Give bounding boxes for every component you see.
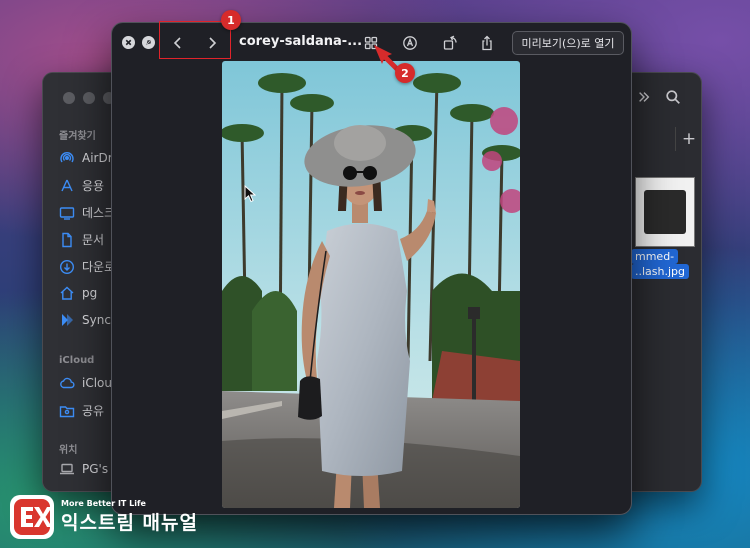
- fullscreen-button[interactable]: [142, 36, 155, 49]
- sidebar-item-home[interactable]: pg: [59, 285, 97, 301]
- share-icon: [482, 35, 492, 51]
- sidebar-item-label: 문서: [82, 233, 105, 247]
- sidebar-item-documents[interactable]: 문서: [59, 231, 104, 248]
- open-with-preview-button[interactable]: 미리보기(으)로 열기: [512, 31, 624, 55]
- sidebar-item-desktop[interactable]: 데스크: [59, 204, 115, 221]
- close-window-button[interactable]: [63, 92, 75, 104]
- sidebar-item-icloud-drive[interactable]: iClou: [59, 375, 112, 391]
- file-name-line2[interactable]: ..lash.jpg: [631, 264, 690, 279]
- sidebar-item-downloads[interactable]: 다운로: [59, 258, 115, 275]
- desktop-icon: [59, 205, 75, 221]
- image-preview: [222, 61, 520, 508]
- sidebar-item-label: Sync: [82, 313, 111, 327]
- sidebar-item-airdrop[interactable]: AirDr: [59, 150, 113, 166]
- sync-icon: [59, 312, 75, 328]
- file-name-line1[interactable]: mmed-: [631, 249, 679, 264]
- navigation-highlight-box: [159, 21, 231, 59]
- more-toolbar-items-icon[interactable]: [634, 87, 654, 107]
- sidebar-item-label: AirDr: [82, 151, 113, 165]
- sidebar-item-label: iClou: [82, 376, 112, 390]
- step-badge-2: 2: [395, 63, 415, 83]
- icloud-header: iCloud: [59, 355, 95, 366]
- sidebar-item-label: 공유: [82, 404, 105, 418]
- logo-name: 익스트림 매뉴얼: [61, 512, 198, 534]
- minimize-window-button[interactable]: [83, 92, 95, 104]
- locations-header: 위치: [59, 445, 78, 456]
- logo-tagline: More Better IT Life: [61, 499, 146, 508]
- logo-mark-icon: [10, 495, 54, 539]
- rotate-icon: [443, 35, 457, 50]
- favorites-header: 즐겨찾기: [59, 131, 96, 142]
- step-badge-1: 1: [221, 10, 241, 30]
- cloud-icon: [59, 375, 75, 391]
- sidebar-item-label: 응용: [82, 179, 105, 193]
- home-icon: [59, 285, 75, 301]
- search-icon[interactable]: [663, 87, 683, 107]
- fullscreen-icon: [145, 39, 152, 46]
- airdrop-icon: [59, 150, 75, 166]
- file-thumbnail[interactable]: [635, 177, 695, 247]
- sidebar-item-label: pg: [82, 286, 98, 300]
- document-icon: [59, 232, 75, 248]
- sidebar-item-macbook[interactable]: PG's: [59, 461, 108, 477]
- close-button[interactable]: [122, 36, 135, 49]
- shared-folder-icon: [59, 403, 75, 419]
- file-title: corey-saldana-...: [239, 34, 363, 49]
- laptop-icon: [59, 461, 75, 477]
- mouse-cursor-icon: [244, 185, 256, 203]
- share-button[interactable]: [476, 32, 498, 54]
- sidebar-item-applications[interactable]: 응용: [59, 177, 104, 194]
- sidebar-item-shared[interactable]: 공유: [59, 402, 104, 419]
- site-logo: More Better IT Life 익스트림 매뉴얼: [9, 494, 198, 540]
- quick-look-window: corey-saldana-... 미리보기(으)로 열기: [111, 22, 632, 515]
- rotate-button[interactable]: [439, 32, 461, 54]
- sidebar-item-label: PG's: [82, 462, 109, 476]
- add-tab-button[interactable]: +: [675, 127, 701, 151]
- close-icon: [125, 39, 132, 46]
- sidebar-item-sync[interactable]: Sync: [59, 312, 111, 328]
- downloads-icon: [59, 259, 75, 275]
- photo-illustration: [222, 61, 520, 508]
- applications-icon: [59, 178, 75, 194]
- thumbnail-image: [644, 190, 686, 234]
